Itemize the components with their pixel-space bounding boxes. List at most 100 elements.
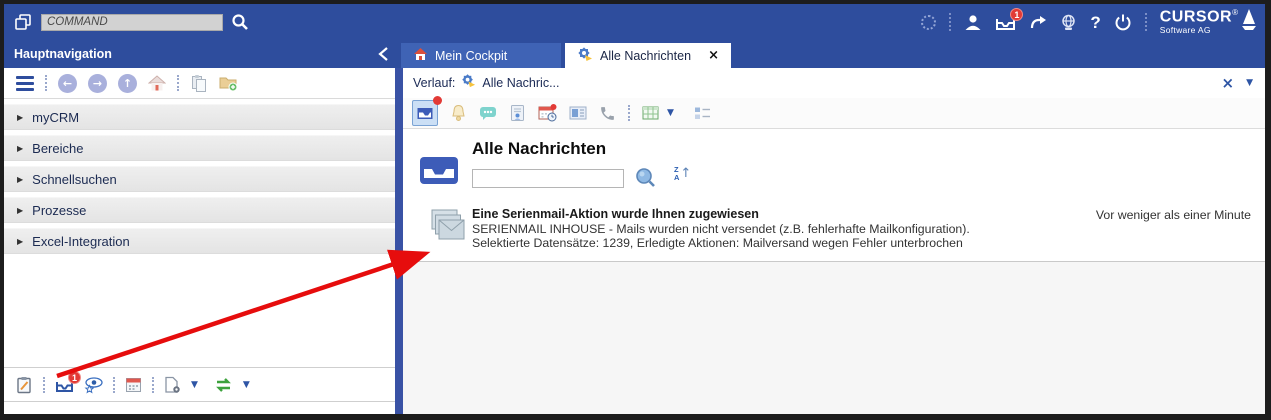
note-edit-icon[interactable] bbox=[16, 376, 33, 394]
divider bbox=[45, 75, 47, 91]
sidebar-title: Hauptnavigation bbox=[14, 47, 112, 61]
forward-button[interactable]: → bbox=[88, 74, 107, 93]
chat-icon[interactable] bbox=[479, 105, 497, 121]
inbox-filter-button-selected[interactable] bbox=[412, 100, 438, 126]
divider bbox=[949, 13, 951, 31]
power-icon[interactable] bbox=[1114, 13, 1132, 31]
calendar-reminder-icon[interactable] bbox=[538, 104, 557, 122]
divider bbox=[628, 105, 630, 121]
home-icon[interactable] bbox=[148, 75, 166, 91]
page-title: Alle Nachrichten bbox=[472, 139, 606, 159]
nav-header-row: Hauptnavigation Mein Cockpit Alle Nachri… bbox=[4, 40, 1265, 68]
folder-add-icon[interactable] bbox=[219, 74, 238, 92]
divider bbox=[152, 377, 154, 393]
sort-icon[interactable]: Z A ↑ bbox=[674, 166, 691, 181]
chevron-down-icon[interactable]: ▼ bbox=[243, 380, 250, 390]
sidebar-toolbar: ← → ↑ bbox=[4, 68, 395, 99]
bell-icon[interactable] bbox=[450, 104, 467, 122]
sidebar-bottom-toolbar: 1 ▼ ▼ bbox=[4, 367, 395, 402]
windows-icon[interactable] bbox=[14, 13, 33, 31]
history-current-item[interactable]: Alle Nachric... bbox=[482, 76, 559, 90]
inbox-icon[interactable]: 1 bbox=[995, 14, 1016, 31]
message-body-line2: Selektierte Datensätze: 1239, Erledigte … bbox=[472, 236, 963, 250]
tab-label: Mein Cockpit bbox=[435, 49, 507, 63]
menu-icon[interactable] bbox=[16, 76, 34, 91]
chevron-down-icon[interactable]: ▼ bbox=[1246, 78, 1253, 88]
eye-star-icon[interactable] bbox=[84, 376, 103, 394]
sidebar-item-prozesse[interactable]: ▶ Prozesse bbox=[4, 197, 395, 223]
chevron-down-icon[interactable]: ▼ bbox=[191, 380, 198, 390]
table-view-icon[interactable] bbox=[642, 105, 659, 121]
empty-list-area bbox=[403, 262, 1265, 414]
message-title: Eine Serienmail-Aktion wurde Ihnen zugew… bbox=[472, 207, 759, 221]
history-label: Verlauf: bbox=[413, 76, 455, 90]
tab-close-icon[interactable]: × bbox=[708, 49, 719, 62]
inbox-badge: 1 bbox=[68, 371, 81, 384]
menu-label: Excel-Integration bbox=[32, 234, 130, 249]
main-navigation-menu: ▶ myCRM ▶ Bereiche ▶ Schnellsuchen ▶ Pro… bbox=[4, 104, 395, 254]
history-row: Verlauf: Alle Nachric... × ▼ bbox=[403, 68, 1265, 98]
tab-label: Alle Nachrichten bbox=[600, 49, 691, 63]
envelope-stack-icon bbox=[429, 208, 467, 253]
spinner-icon bbox=[921, 15, 936, 30]
expand-icon: ▶ bbox=[17, 237, 23, 246]
calendar-icon[interactable] bbox=[125, 376, 142, 393]
up-button[interactable]: ↑ bbox=[118, 74, 137, 93]
sidebar-item-schnellsuchen[interactable]: ▶ Schnellsuchen bbox=[4, 166, 395, 192]
unread-dot bbox=[433, 96, 442, 105]
inbox-icon[interactable]: 1 bbox=[55, 377, 74, 393]
sort-a: A bbox=[674, 174, 679, 182]
help-icon[interactable]: ? bbox=[1090, 14, 1100, 31]
phone-icon[interactable] bbox=[599, 105, 616, 122]
layout-list-icon[interactable] bbox=[694, 105, 712, 121]
menu-label: Prozesse bbox=[32, 203, 86, 218]
divider bbox=[1145, 13, 1147, 31]
paste-icon[interactable] bbox=[190, 74, 208, 92]
topbar: 1 ? CURSOR® Software AG bbox=[4, 4, 1265, 40]
sidebar: ← → ↑ ▶ my bbox=[4, 68, 395, 414]
search-icon[interactable] bbox=[634, 167, 656, 188]
content-toolbar: ▼ bbox=[403, 98, 1265, 129]
back-button[interactable]: ← bbox=[58, 74, 77, 93]
command-input[interactable] bbox=[41, 14, 223, 31]
search-icon[interactable] bbox=[231, 13, 249, 31]
sync-icon[interactable] bbox=[214, 377, 233, 393]
brand-name: CURSOR bbox=[1160, 8, 1232, 25]
expand-icon: ▶ bbox=[17, 175, 23, 184]
news-icon[interactable] bbox=[569, 105, 587, 121]
contact-report-icon[interactable] bbox=[509, 104, 526, 122]
expand-icon: ▶ bbox=[17, 113, 23, 122]
globe-icon[interactable] bbox=[1060, 14, 1077, 31]
brand-registered: ® bbox=[1232, 8, 1238, 17]
message-timestamp: Vor weniger als einer Minute bbox=[1096, 208, 1251, 222]
doc-gear-icon[interactable] bbox=[164, 376, 181, 394]
message-search-input[interactable] bbox=[472, 169, 624, 188]
menu-label: myCRM bbox=[32, 110, 79, 125]
sidebar-item-bereiche[interactable]: ▶ Bereiche bbox=[4, 135, 395, 161]
tab-alle-nachrichten[interactable]: Alle Nachrichten × bbox=[565, 43, 731, 68]
redo-icon[interactable] bbox=[1029, 15, 1047, 30]
sidebar-item-mycrm[interactable]: ▶ myCRM bbox=[4, 104, 395, 130]
divider bbox=[43, 377, 45, 393]
sort-direction-arrow: ↑ bbox=[680, 167, 691, 180]
tab-mein-cockpit[interactable]: Mein Cockpit bbox=[401, 43, 561, 68]
tab-bar: Mein Cockpit Alle Nachrichten × bbox=[401, 43, 731, 68]
message-list-item[interactable]: Eine Serienmail-Aktion wurde Ihnen zugew… bbox=[403, 202, 1265, 262]
app-surface: 1 ? CURSOR® Software AG bbox=[4, 4, 1265, 414]
menu-label: Bereiche bbox=[32, 141, 83, 156]
collapse-sidebar-icon[interactable] bbox=[378, 46, 389, 62]
inbox-badge: 1 bbox=[1010, 8, 1023, 21]
brand-subtitle: Software AG bbox=[1160, 26, 1238, 35]
app-window: 1 ? CURSOR® Software AG bbox=[0, 0, 1271, 420]
inbox-icon bbox=[419, 155, 459, 191]
sidebar-item-excel-integration[interactable]: ▶ Excel-Integration bbox=[4, 228, 395, 254]
user-icon[interactable] bbox=[964, 14, 982, 31]
home-icon bbox=[413, 47, 428, 64]
sailboat-icon bbox=[1241, 8, 1257, 37]
chevron-down-icon[interactable]: ▼ bbox=[667, 108, 674, 118]
close-icon[interactable]: × bbox=[1222, 76, 1235, 91]
gear-arrow-icon bbox=[461, 73, 476, 93]
messages-main-area: Alle Nachrichten Z A ↑ bbox=[403, 129, 1265, 414]
content-panel: Verlauf: Alle Nachric... × ▼ bbox=[403, 68, 1265, 414]
panel-divider[interactable] bbox=[395, 68, 403, 414]
